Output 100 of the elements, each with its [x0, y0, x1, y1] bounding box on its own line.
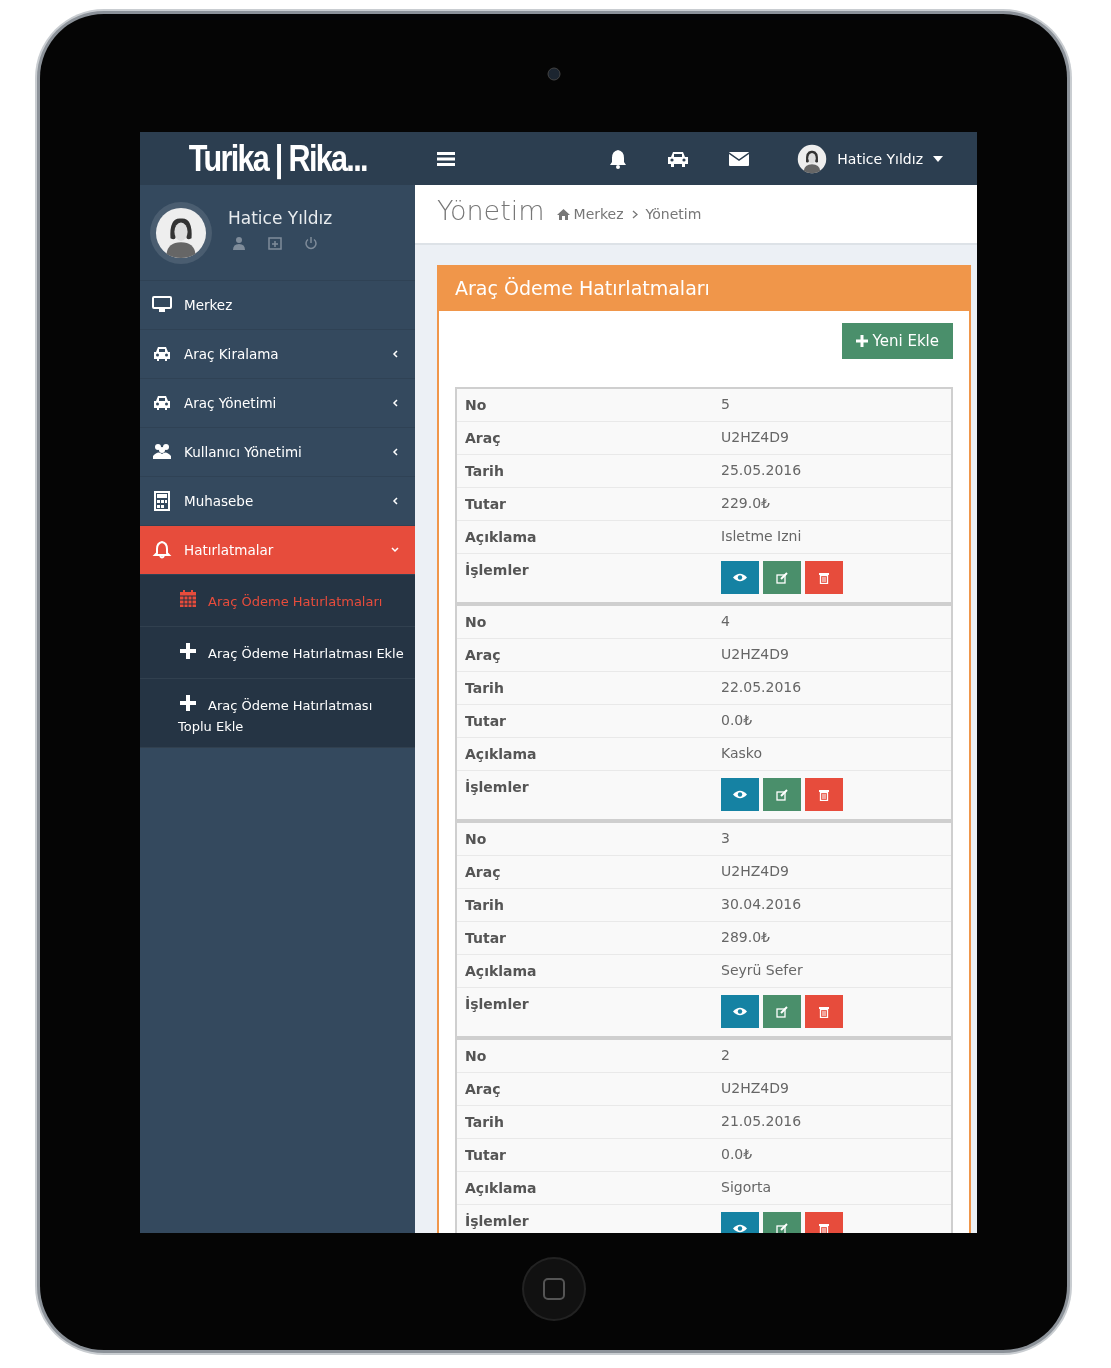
- view-button[interactable]: [721, 561, 759, 594]
- calculator-icon: [152, 491, 172, 511]
- calendar-icon: [178, 589, 198, 609]
- field-label: Tutar: [464, 712, 508, 729]
- eye-icon: [733, 790, 747, 799]
- field-value: Isletme Izni: [720, 527, 803, 544]
- field-label: No: [464, 1047, 488, 1064]
- add-button[interactable]: Yeni Ekle: [841, 323, 953, 359]
- edit-icon: [776, 571, 788, 584]
- menu-item[interactable]: Araç Yönetimi: [140, 379, 415, 428]
- field-label: Tarih: [464, 462, 505, 479]
- plus-icon: [178, 693, 198, 713]
- view-button[interactable]: [721, 995, 759, 1028]
- field-label: No: [464, 396, 488, 413]
- edit-button[interactable]: [763, 561, 801, 594]
- view-button[interactable]: [721, 778, 759, 811]
- field-label: İşlemler: [464, 561, 530, 578]
- trash-icon: [819, 788, 829, 801]
- trash-icon: [819, 1005, 829, 1018]
- field-value: U2HZ4D9: [720, 1079, 790, 1096]
- calendar-icon[interactable]: [268, 235, 282, 250]
- home-button[interactable]: [523, 1259, 584, 1319]
- trash-icon: [819, 1222, 829, 1233]
- field-value: U2HZ4D9: [720, 645, 790, 662]
- user-menu[interactable]: Hatice Yıldız: [797, 143, 943, 174]
- field-label: Tarih: [464, 1113, 505, 1130]
- field-value: 229.0₺: [720, 494, 771, 511]
- field-label: Araç: [464, 646, 502, 663]
- field-label: İşlemler: [464, 778, 530, 795]
- field-value: Sigorta: [720, 1178, 773, 1195]
- home-icon: [556, 208, 570, 220]
- eye-icon: [733, 1007, 747, 1016]
- page-title: Yönetim: [437, 194, 545, 226]
- field-value: 30.04.2016: [720, 895, 803, 912]
- plus-icon: [855, 335, 868, 347]
- edit-button[interactable]: [763, 995, 801, 1028]
- chevron-right-icon: [631, 209, 638, 219]
- field-value: Kasko: [720, 744, 763, 761]
- field-label: Araç: [464, 429, 502, 446]
- field-label: Tarih: [464, 896, 505, 913]
- users-icon: [152, 442, 172, 462]
- field-value: U2HZ4D9: [720, 862, 790, 879]
- bell-icon[interactable]: [609, 148, 628, 169]
- field-label: Araç: [464, 863, 502, 880]
- field-value: 21.05.2016: [720, 1112, 803, 1129]
- field-value: Seyrü Sefer: [720, 961, 804, 978]
- power-icon[interactable]: [304, 235, 318, 250]
- eye-icon: [733, 1224, 747, 1233]
- field-value: 5: [720, 395, 731, 412]
- avatar: [797, 143, 828, 174]
- breadcrumb-item: Yönetim: [645, 206, 702, 222]
- delete-button[interactable]: [805, 995, 843, 1028]
- monitor-icon: [152, 295, 172, 315]
- field-value: U2HZ4D9: [720, 428, 790, 445]
- field-label: İşlemler: [464, 1212, 530, 1229]
- field-label: Açıklama: [464, 528, 538, 545]
- field-value: 2: [720, 1046, 731, 1063]
- edit-icon: [776, 788, 788, 801]
- menu-item[interactable]: Araç Kiralama: [140, 330, 415, 379]
- logo[interactable]: Turika | Rika...: [188, 137, 367, 180]
- edit-icon: [776, 1222, 788, 1233]
- edit-button[interactable]: [763, 778, 801, 811]
- field-value: 22.05.2016: [720, 678, 803, 695]
- field-label: Tutar: [464, 495, 508, 512]
- field-value: 25.05.2016: [720, 461, 803, 478]
- mail-icon[interactable]: [729, 151, 750, 166]
- field-label: Açıklama: [464, 745, 538, 762]
- menu-item[interactable]: Kullanıcı Yönetimi: [140, 428, 415, 477]
- eye-icon: [733, 573, 747, 582]
- menu-item[interactable]: Hatırlatmalar: [140, 526, 415, 575]
- delete-button[interactable]: [805, 561, 843, 594]
- field-label: İşlemler: [464, 995, 530, 1012]
- field-label: Tarih: [464, 679, 505, 696]
- field-label: Açıklama: [464, 1179, 538, 1196]
- field-label: Açıklama: [464, 962, 538, 979]
- trash-icon: [819, 571, 829, 584]
- field-label: No: [464, 830, 488, 847]
- field-value: 3: [720, 829, 731, 846]
- avatar: [150, 201, 212, 264]
- camera-icon: [546, 67, 561, 81]
- menu-icon[interactable]: [437, 150, 455, 167]
- edit-icon: [776, 1005, 788, 1018]
- car-icon[interactable]: [667, 149, 690, 168]
- field-label: Tutar: [464, 929, 508, 946]
- profile-icon[interactable]: [232, 235, 246, 250]
- field-label: Araç: [464, 1080, 502, 1097]
- car-icon: [152, 344, 172, 364]
- plus-icon: [178, 641, 198, 661]
- card-title: Araç Ödeme Hatırlatmaları: [439, 265, 969, 311]
- delete-button[interactable]: [805, 778, 843, 811]
- breadcrumb-item[interactable]: Merkez: [556, 206, 624, 222]
- field-label: No: [464, 613, 488, 630]
- field-label: Tutar: [464, 1146, 508, 1163]
- field-value: 0.0₺: [720, 711, 754, 728]
- field-value: 4: [720, 612, 731, 629]
- caret-down-icon: [933, 155, 943, 162]
- user-name: Hatice Yıldız: [228, 207, 333, 228]
- bell-icon: [152, 540, 172, 560]
- field-value: 0.0₺: [720, 1145, 754, 1162]
- car-icon: [152, 393, 172, 413]
